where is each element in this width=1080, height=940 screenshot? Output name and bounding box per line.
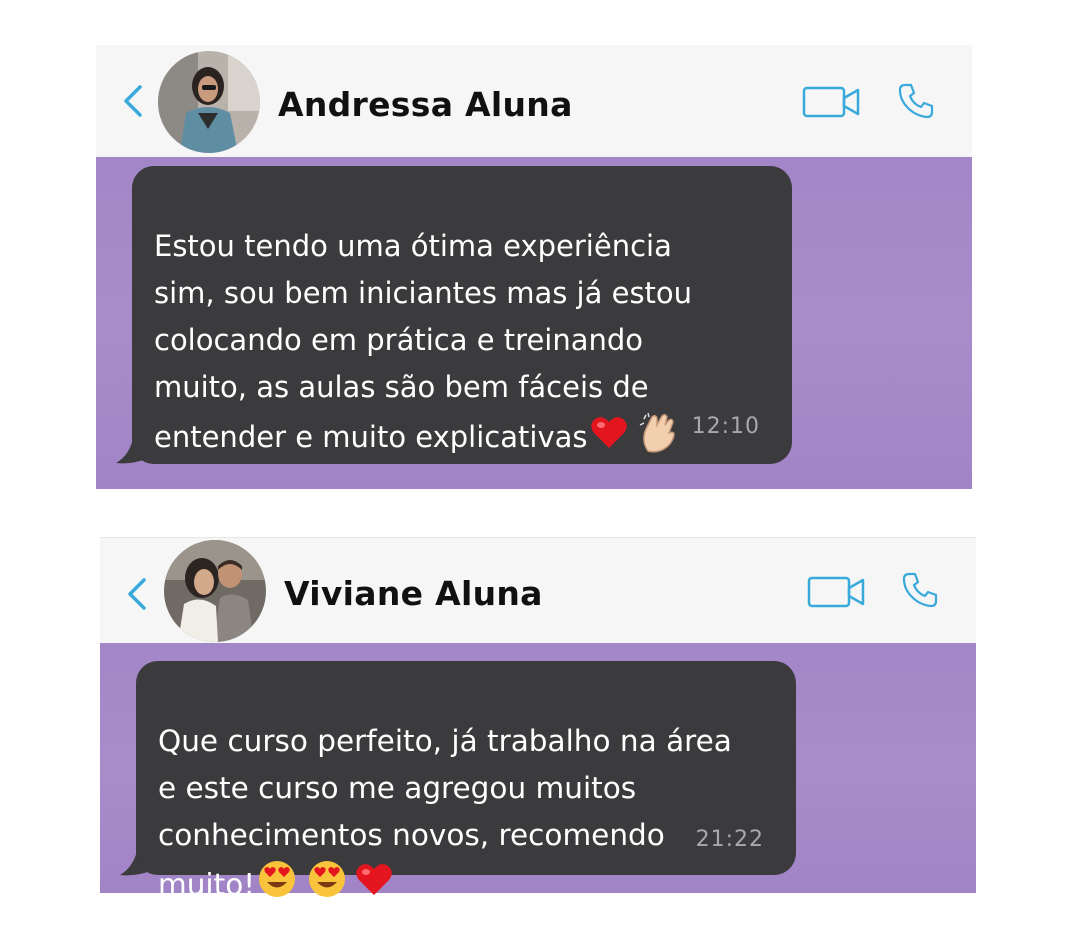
chat-header: Andressa Aluna [96, 45, 972, 157]
contact-name[interactable]: Viviane Aluna [284, 574, 543, 613]
clapping-hands-emoji [638, 411, 680, 467]
chat-card-andressa: Andressa Aluna Estou tendo uma ótima exp… [96, 45, 972, 489]
chat-card-viviane: Viviane Aluna Que curso perfeito, já tra… [100, 537, 976, 902]
message-bubble[interactable]: Que curso perfeito, já trabalho na área … [136, 661, 796, 902]
message-time: 21:22 [695, 827, 764, 852]
phone-call-icon[interactable] [900, 570, 940, 610]
message-time: 12:10 [691, 414, 760, 439]
back-chevron-icon[interactable] [118, 83, 148, 119]
avatar[interactable] [158, 51, 260, 153]
contact-name[interactable]: Andressa Aluna [278, 85, 573, 124]
message-text: Que curso perfeito, já trabalho na área … [158, 724, 732, 902]
heart-eyes-emoji [257, 859, 297, 913]
video-call-icon[interactable] [807, 575, 867, 609]
avatar[interactable] [164, 540, 266, 642]
phone-call-icon[interactable] [896, 81, 936, 121]
back-chevron-icon[interactable] [122, 576, 152, 612]
video-call-icon[interactable] [802, 85, 862, 119]
chat-header: Viviane Aluna [100, 537, 976, 644]
heart-emoji [590, 414, 628, 464]
message-bubble[interactable]: Estou tendo uma ótima experiência sim, s… [132, 166, 792, 464]
heart-eyes-emoji [307, 859, 347, 913]
heart-emoji [355, 861, 393, 911]
